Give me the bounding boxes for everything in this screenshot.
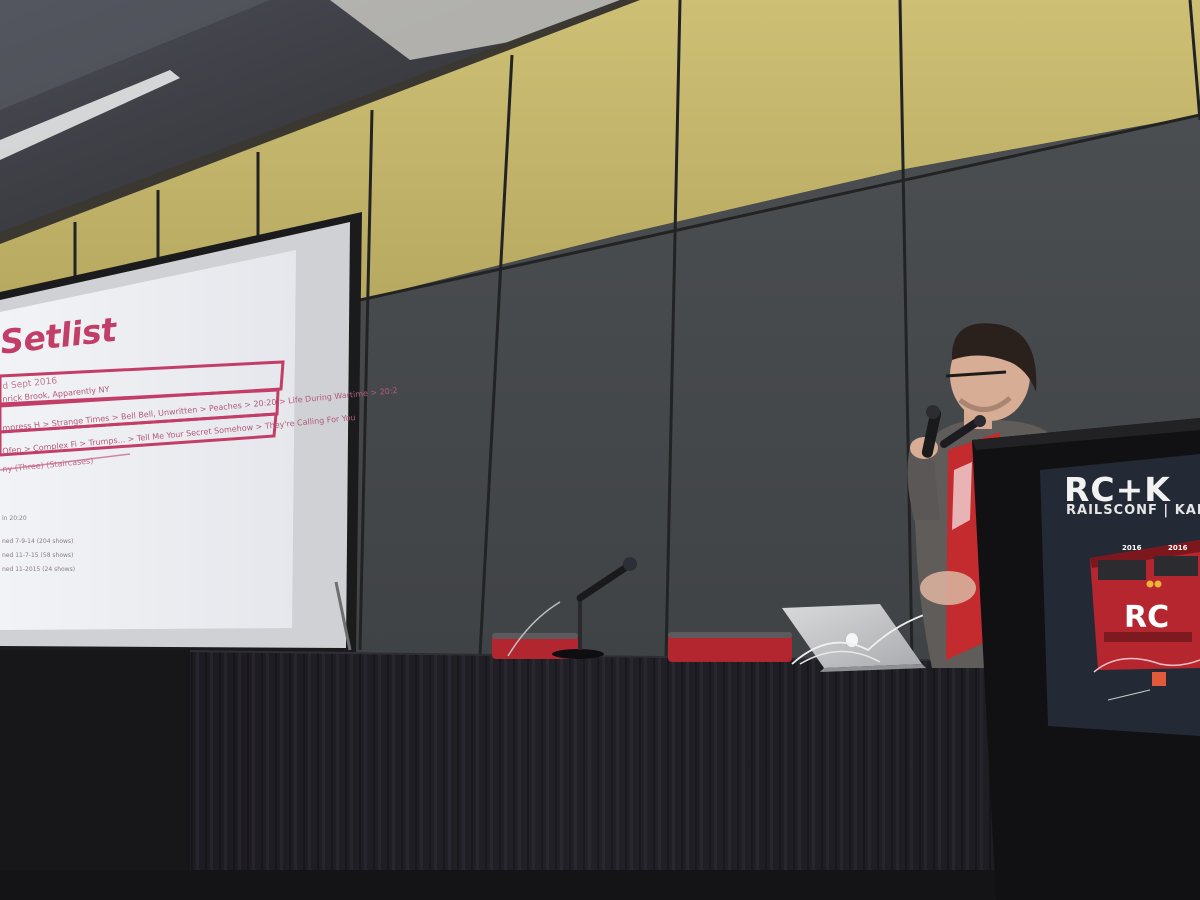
train-year-left: 2016 <box>1122 544 1142 552</box>
slide-note-1: in 20:20 <box>2 515 27 522</box>
train-logo: RC <box>1124 600 1170 635</box>
room-background <box>0 0 1200 900</box>
slide-note-4: ned 11-2015 (24 shows) <box>2 566 76 573</box>
chair-right <box>668 634 792 662</box>
conference-tagline: RAILSCONF | KANSAS <box>1066 503 1200 518</box>
slide-note-3: ned 11-7-15 (58 shows) <box>2 552 74 559</box>
conference-talk-photo: Setlist d Sept 2016 nrick Brook, Apparen… <box>0 0 1200 900</box>
slide-note-2: ned 7-9-14 (204 shows) <box>2 538 74 545</box>
train-year-right: 2016 <box>1168 544 1188 552</box>
